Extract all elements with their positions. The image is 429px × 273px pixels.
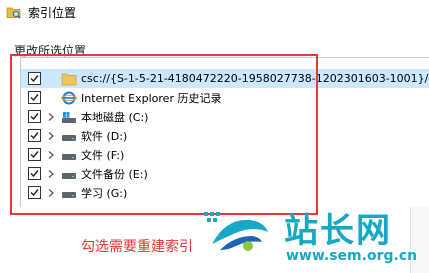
watermark-title: 站长网 bbox=[284, 211, 392, 251]
watermark-url: www.sem.org.cn bbox=[286, 248, 418, 264]
window-title: 索引位置 bbox=[28, 5, 77, 20]
annotation-text: 勾选需要重建索引 bbox=[81, 239, 193, 255]
folder-search-icon bbox=[6, 4, 22, 20]
highlight-frame bbox=[10, 54, 318, 215]
watermark-logo-icon bbox=[204, 212, 268, 251]
watermark: 站长网 www.sem.org.cn bbox=[196, 200, 429, 273]
title-bar: 索引位置 bbox=[0, 0, 429, 24]
